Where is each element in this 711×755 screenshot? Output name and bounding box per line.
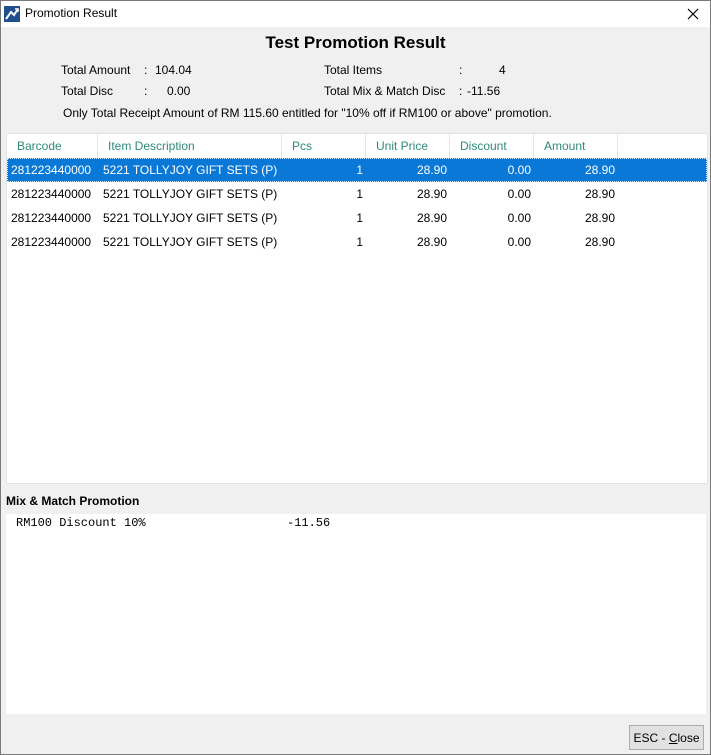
total-mix-match-label: Total Mix & Match Disc: [324, 84, 446, 98]
mix-match-title: Mix & Match Promotion: [6, 494, 140, 508]
column-header-amount[interactable]: Amount: [534, 134, 618, 158]
table-row[interactable]: 281223440000 5221 TOLLYJOY GIFT SETS (P)…: [7, 158, 707, 182]
total-items-colon: :: [459, 63, 463, 77]
column-header-pcs[interactable]: Pcs: [282, 134, 366, 158]
total-items-label: Total Items: [324, 63, 383, 77]
column-header-unit-price[interactable]: Unit Price: [366, 134, 450, 158]
close-button-prefix: ESC -: [633, 730, 669, 745]
discount-cell: 0.00: [507, 235, 531, 249]
pcs-cell: 1: [356, 211, 363, 225]
promotion-result-window: Promotion Result Test Promotion Result T…: [0, 0, 711, 755]
description-cell: 5221 TOLLYJOY GIFT SETS (P): [103, 187, 278, 201]
barcode-cell: 281223440000: [11, 187, 92, 201]
barcode-cell: 281223440000: [11, 163, 92, 177]
column-header-item-description[interactable]: Item Description: [98, 134, 282, 158]
total-mix-match-colon: :: [459, 84, 463, 98]
app-logo-icon: [4, 6, 20, 22]
total-mix-match-value: -11.56: [467, 84, 501, 98]
pcs-cell: 1: [356, 187, 363, 201]
pcs-cell: 1: [356, 163, 363, 177]
page-title: Test Promotion Result: [265, 33, 446, 52]
pcs-cell: 1: [356, 235, 363, 249]
total-amount-label: Total Amount: [61, 63, 131, 77]
unit-price-cell: 28.90: [416, 235, 447, 249]
total-amount-colon: :: [144, 63, 148, 77]
promotion-note: Only Total Receipt Amount of RM 115.60 e…: [63, 106, 552, 120]
table-row[interactable]: 281223440000 5221 TOLLYJOY GIFT SETS (P)…: [7, 182, 707, 206]
title-bar: Promotion Result: [1, 1, 710, 27]
close-button-rest: lose: [677, 730, 700, 745]
discount-cell: 0.00: [507, 163, 531, 177]
total-amount-value: 104.04: [155, 63, 192, 77]
items-grid[interactable]: Barcode Item Description Pcs Unit Price …: [6, 133, 708, 484]
barcode-cell: 281223440000: [11, 211, 92, 225]
amount-cell: 28.90: [584, 211, 615, 225]
unit-price-cell: 28.90: [416, 211, 447, 225]
amount-cell: 28.90: [584, 163, 615, 177]
table-row[interactable]: 281223440000 5221 TOLLYJOY GIFT SETS (P)…: [7, 206, 707, 230]
total-items-value: 4: [499, 63, 506, 77]
discount-cell: 0.00: [507, 211, 531, 225]
unit-price-cell: 28.90: [416, 163, 447, 177]
table-row[interactable]: 281223440000 5221 TOLLYJOY GIFT SETS (P)…: [7, 230, 707, 254]
discount-cell: 0.00: [507, 187, 531, 201]
barcode-cell: 281223440000: [11, 235, 92, 249]
mix-match-list[interactable]: RM100 Discount 10% -11.56: [6, 514, 706, 714]
amount-cell: 28.90: [584, 235, 615, 249]
close-button-accelerator: C: [668, 730, 678, 745]
close-icon[interactable]: [676, 1, 710, 27]
column-header-discount[interactable]: Discount: [450, 134, 534, 158]
description-cell: 5221 TOLLYJOY GIFT SETS (P): [103, 235, 278, 249]
unit-price-cell: 28.90: [416, 187, 447, 201]
description-cell: 5221 TOLLYJOY GIFT SETS (P): [103, 211, 278, 225]
window-title: Promotion Result: [25, 6, 118, 20]
column-header-barcode[interactable]: Barcode: [7, 134, 98, 158]
description-cell: 5221 TOLLYJOY GIFT SETS (P): [103, 163, 278, 177]
esc-close-button[interactable]: ESC - Close: [629, 725, 704, 750]
mix-match-value: -11.56: [287, 516, 331, 530]
grid-header: Barcode Item Description Pcs Unit Price …: [7, 134, 707, 159]
total-disc-colon: :: [144, 84, 148, 98]
total-disc-label: Total Disc: [61, 84, 114, 98]
mix-match-label: RM100 Discount 10%: [16, 516, 146, 530]
amount-cell: 28.90: [584, 187, 615, 201]
total-disc-value: 0.00: [167, 84, 191, 98]
